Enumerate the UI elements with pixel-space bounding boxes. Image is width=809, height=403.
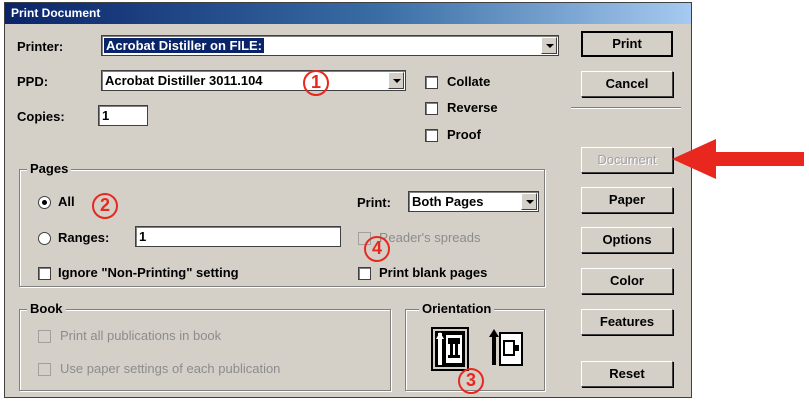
copies-label: Copies: bbox=[17, 109, 65, 124]
callout-2: 2 bbox=[92, 193, 118, 219]
features-button[interactable]: Features bbox=[581, 309, 673, 335]
cancel-button[interactable]: Cancel bbox=[581, 71, 673, 97]
document-button[interactable]: Document bbox=[581, 147, 673, 173]
options-button[interactable]: Options bbox=[581, 227, 673, 253]
portrait-orientation-icon[interactable] bbox=[431, 327, 469, 371]
printer-label: Printer: bbox=[17, 39, 64, 54]
landscape-page-icon bbox=[489, 329, 523, 366]
callout-4: 4 bbox=[364, 236, 390, 262]
red-arrow-icon bbox=[672, 139, 804, 179]
copies-input[interactable]: 1 bbox=[98, 105, 148, 126]
ignore-non-printing-label: Ignore "Non-Printing" setting bbox=[58, 265, 239, 280]
use-paper-settings-label: Use paper settings of each publication bbox=[60, 361, 281, 376]
ppd-select[interactable]: Acrobat Distiller 3011.104 bbox=[101, 70, 406, 91]
ranges-input[interactable]: 1 bbox=[135, 226, 341, 247]
print-button[interactable]: Print bbox=[581, 31, 673, 57]
ignore-non-printing-checkbox[interactable] bbox=[38, 267, 51, 280]
print-blank-pages-checkbox[interactable] bbox=[358, 267, 371, 280]
all-label: All bbox=[58, 194, 75, 209]
print-pages-select[interactable]: Both Pages bbox=[408, 191, 539, 212]
chevron-down-icon[interactable] bbox=[521, 193, 537, 210]
ranges-radio[interactable] bbox=[38, 232, 51, 245]
pages-group-title: Pages bbox=[27, 161, 72, 176]
collate-label: Collate bbox=[447, 74, 491, 89]
proof-label: Proof bbox=[447, 127, 481, 142]
chevron-down-icon[interactable] bbox=[541, 37, 557, 54]
ppd-label: PPD: bbox=[17, 74, 49, 89]
callout-3: 3 bbox=[458, 368, 484, 394]
ppd-value: Acrobat Distiller 3011.104 bbox=[105, 73, 263, 88]
book-group bbox=[19, 309, 391, 391]
print-pages-value: Both Pages bbox=[412, 194, 484, 209]
reset-button[interactable]: Reset bbox=[581, 361, 673, 387]
chevron-down-icon[interactable] bbox=[388, 72, 404, 89]
landscape-orientation-icon[interactable] bbox=[489, 329, 525, 369]
printer-select[interactable]: Acrobat Distiller on FILE: bbox=[101, 35, 559, 56]
reverse-checkbox[interactable] bbox=[425, 102, 438, 115]
window-title: Print Document bbox=[11, 6, 101, 20]
portrait-page-icon bbox=[435, 331, 465, 367]
proof-checkbox[interactable] bbox=[425, 129, 438, 142]
all-radio[interactable] bbox=[38, 196, 51, 209]
readers-spreads-label: Reader's spreads bbox=[379, 230, 481, 245]
use-paper-settings-checkbox[interactable] bbox=[38, 363, 51, 376]
print-blank-pages-label: Print blank pages bbox=[379, 265, 488, 280]
color-button[interactable]: Color bbox=[581, 268, 673, 294]
button-separator bbox=[571, 107, 681, 109]
printer-value: Acrobat Distiller on FILE: bbox=[104, 38, 265, 53]
book-group-title: Book bbox=[27, 301, 66, 316]
copies-label-text: Copies: bbox=[17, 109, 65, 124]
print-all-publications-checkbox[interactable] bbox=[38, 330, 51, 343]
print-pages-label: Print: bbox=[357, 195, 391, 210]
reverse-label: Reverse bbox=[447, 100, 498, 115]
copies-value: 1 bbox=[102, 108, 110, 123]
callout-1: 1 bbox=[303, 70, 329, 96]
collate-checkbox[interactable] bbox=[425, 76, 438, 89]
title-bar[interactable]: Print Document bbox=[5, 3, 691, 24]
ranges-value: 1 bbox=[139, 229, 147, 244]
orientation-group-title: Orientation bbox=[419, 301, 495, 316]
paper-button[interactable]: Paper bbox=[581, 187, 673, 213]
print-all-publications-label: Print all publications in book bbox=[60, 328, 222, 343]
ranges-label: Ranges: bbox=[58, 230, 110, 245]
